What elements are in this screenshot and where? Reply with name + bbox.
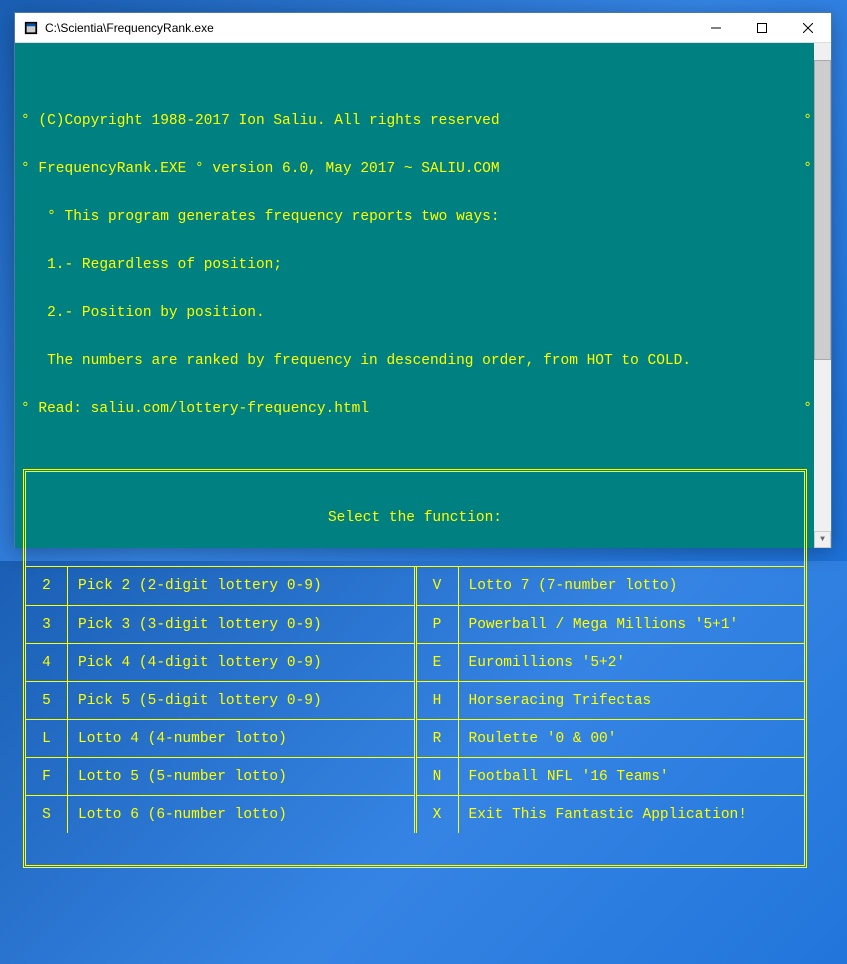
menu-item-2[interactable]: 2Pick 2 (2-digit lottery 0-9): [26, 567, 414, 605]
degree-mark: °: [803, 113, 812, 129]
menu-item-p[interactable]: PPowerball / Mega Millions '5+1': [417, 605, 805, 643]
menu-title: Select the function:: [26, 504, 804, 534]
menu-item-s[interactable]: SLotto 6 (6-number lotto): [26, 795, 414, 833]
menu-label: Roulette '0 & 00': [459, 731, 617, 747]
menu-item-4[interactable]: 4Pick 4 (4-digit lottery 0-9): [26, 643, 414, 681]
menu-label: Horseracing Trifectas: [459, 693, 652, 709]
menu-label: Lotto 4 (4-number lotto): [68, 731, 287, 747]
menu-label: Pick 2 (2-digit lottery 0-9): [68, 578, 322, 594]
menu-box: Select the function: 2Pick 2 (2-digit lo…: [23, 469, 807, 868]
app-window: C:\Scientia\FrequencyRank.exe ° (C)Copyr…: [14, 12, 832, 548]
vertical-scrollbar[interactable]: ▲ ▼: [814, 43, 831, 548]
console-area: ° (C)Copyright 1988-2017 Ion Saliu. All …: [15, 43, 831, 548]
menu-item-3[interactable]: 3Pick 3 (3-digit lottery 0-9): [26, 605, 414, 643]
menu-key: 4: [26, 644, 68, 681]
menu-key: F: [26, 758, 68, 795]
opt2-line: 2.- Position by position.: [47, 305, 265, 321]
menu-key: 3: [26, 606, 68, 643]
menu-key: 5: [26, 682, 68, 719]
menu-label: Football NFL '16 Teams': [459, 769, 669, 785]
read-line: Read: saliu.com/lottery-frequency.html: [38, 401, 369, 417]
maximize-icon: [757, 23, 767, 33]
menu-key: L: [26, 720, 68, 757]
copyright-line: (C)Copyright 1988-2017 Ion Saliu. All ri…: [38, 113, 499, 129]
minimize-button[interactable]: [693, 13, 739, 42]
menu-label: Pick 5 (5-digit lottery 0-9): [68, 693, 322, 709]
app-icon: [23, 20, 39, 36]
degree-mark: °: [47, 209, 56, 225]
minimize-icon: [711, 23, 721, 33]
degree-mark: °: [803, 401, 812, 417]
degree-mark: °: [21, 401, 30, 417]
menu-item-h[interactable]: HHorseracing Trifectas: [417, 681, 805, 719]
close-button[interactable]: [785, 13, 831, 42]
menu-item-5[interactable]: 5Pick 5 (5-digit lottery 0-9): [26, 681, 414, 719]
menu-key: X: [417, 796, 459, 833]
menu-label: Lotto 5 (5-number lotto): [68, 769, 287, 785]
menu-key: 2: [26, 567, 68, 605]
menu-label: Powerball / Mega Millions '5+1': [459, 617, 739, 633]
opt1-line: 1.- Regardless of position;: [47, 257, 282, 273]
menu-item-f[interactable]: FLotto 5 (5-number lotto): [26, 757, 414, 795]
desc-line: This program generates frequency reports…: [65, 209, 500, 225]
degree-mark: °: [803, 161, 812, 177]
window-title: C:\Scientia\FrequencyRank.exe: [45, 21, 693, 35]
titlebar[interactable]: C:\Scientia\FrequencyRank.exe: [15, 13, 831, 43]
degree-mark: °: [21, 113, 30, 129]
program-line: FrequencyRank.EXE ° version 6.0, May 201…: [38, 161, 499, 177]
menu-column-right: VLotto 7 (7-number lotto)PPowerball / Me…: [417, 567, 805, 833]
menu-column-left: 2Pick 2 (2-digit lottery 0-9)3Pick 3 (3-…: [26, 567, 417, 833]
scroll-down-button[interactable]: ▼: [814, 531, 831, 548]
menu-key: E: [417, 644, 459, 681]
scrollbar-thumb[interactable]: [814, 60, 831, 360]
menu-item-r[interactable]: RRoulette '0 & 00': [417, 719, 805, 757]
menu-key: V: [417, 567, 459, 605]
menu-key: P: [417, 606, 459, 643]
menu-key: H: [417, 682, 459, 719]
menu-item-l[interactable]: LLotto 4 (4-number lotto): [26, 719, 414, 757]
menu-label: Pick 3 (3-digit lottery 0-9): [68, 617, 322, 633]
ranked-line: The numbers are ranked by frequency in d…: [47, 353, 691, 369]
menu-label: Lotto 6 (6-number lotto): [68, 807, 287, 823]
menu-item-x[interactable]: XExit This Fantastic Application!: [417, 795, 805, 833]
menu-key: N: [417, 758, 459, 795]
degree-mark: °: [21, 161, 30, 177]
menu-item-v[interactable]: VLotto 7 (7-number lotto): [417, 567, 805, 605]
menu-key: S: [26, 796, 68, 833]
menu-item-e[interactable]: EEuromillions '5+2': [417, 643, 805, 681]
menu-key: R: [417, 720, 459, 757]
window-controls: [693, 13, 831, 42]
maximize-button[interactable]: [739, 13, 785, 42]
menu-label: Pick 4 (4-digit lottery 0-9): [68, 655, 322, 671]
close-icon: [803, 23, 813, 33]
menu-item-n[interactable]: NFootball NFL '16 Teams': [417, 757, 805, 795]
menu-label: Lotto 7 (7-number lotto): [459, 578, 678, 594]
menu-label: Exit This Fantastic Application!: [459, 807, 747, 823]
menu-label: Euromillions '5+2': [459, 655, 626, 671]
